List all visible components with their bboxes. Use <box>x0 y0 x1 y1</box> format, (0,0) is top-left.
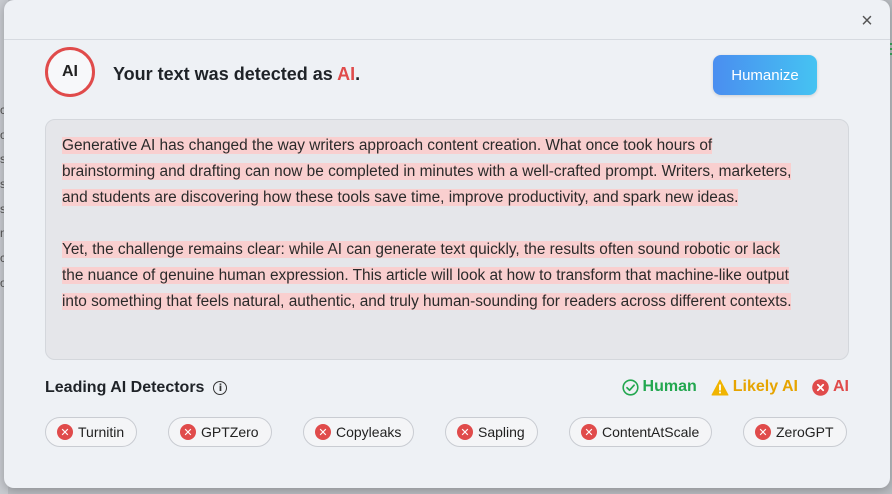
x-circle-icon: ✕ <box>180 424 196 440</box>
modal-header-divider <box>4 39 890 40</box>
detector-name: GPTZero <box>201 424 259 440</box>
detector-name: Sapling <box>478 424 525 440</box>
check-circle-icon <box>621 378 639 396</box>
legend-human: Human <box>621 378 697 396</box>
highlighted-sentence: and students are discovering how these t… <box>62 189 739 206</box>
detector-chip-sapling[interactable]: ✕ Sapling <box>445 417 538 447</box>
x-circle-icon: ✕ <box>57 424 73 440</box>
detector-name: Turnitin <box>78 424 125 440</box>
result-verdict: AI <box>337 64 356 84</box>
detector-list: ✕ Turnitin ✕ GPTZero ✕ Copyleaks ✕ Sapli… <box>45 417 849 447</box>
x-circle-icon: ✕ <box>755 424 771 440</box>
result-suffix: . <box>355 64 361 84</box>
detector-name: Copyleaks <box>336 424 402 440</box>
detector-chip-zerogpt[interactable]: ✕ ZeroGPT <box>743 417 847 447</box>
x-circle-icon: ✕ <box>315 424 331 440</box>
highlighted-sentence: the nuance of genuine human expression. … <box>62 267 789 284</box>
detector-legend: Human Likely AI AI <box>621 378 849 396</box>
detector-chip-turnitin[interactable]: ✕ Turnitin <box>45 417 138 447</box>
result-prefix: Your text was detected as <box>113 64 338 84</box>
legend-likely-ai: Likely AI <box>711 378 798 396</box>
ai-result-badge: AI <box>45 47 95 97</box>
legend-ai: AI <box>812 378 849 396</box>
detectors-heading: Leading AI Detectors i <box>45 379 228 397</box>
x-circle-icon: ✕ <box>581 424 597 440</box>
detectors-title: Leading AI Detectors <box>45 379 205 396</box>
detector-name: ZeroGPT <box>776 424 834 440</box>
detector-chip-contentatscale[interactable]: ✕ ContentAtScale <box>569 417 713 447</box>
info-icon[interactable]: i <box>213 381 228 395</box>
detector-chip-gptzero[interactable]: ✕ GPTZero <box>168 417 272 447</box>
ai-detection-modal: × AI Your text was detected as AI. Human… <box>4 0 890 488</box>
analyzed-text-box: Generative AI has changed the way writer… <box>45 119 849 360</box>
legend-human-label: Human <box>642 378 697 395</box>
detection-result-heading: Your text was detected as AI. <box>113 64 360 85</box>
close-icon[interactable]: × <box>856 10 878 32</box>
legend-likely-ai-label: Likely AI <box>732 378 798 395</box>
legend-ai-label: AI <box>833 378 849 395</box>
highlighted-sentence: brainstorming and drafting can now be co… <box>62 163 792 180</box>
detector-name: ContentAtScale <box>602 424 700 440</box>
analyzed-paragraph: Generative AI has changed the way writer… <box>62 133 832 211</box>
warning-icon <box>711 379 729 396</box>
highlighted-sentence: Yet, the challenge remains clear: while … <box>62 241 780 258</box>
highlighted-sentence: Generative AI has changed the way writer… <box>62 137 713 154</box>
humanize-button[interactable]: Humanize <box>713 55 817 95</box>
highlighted-sentence: into something that feels natural, authe… <box>62 293 792 310</box>
x-circle-icon <box>812 378 829 396</box>
analyzed-paragraph: Yet, the challenge remains clear: while … <box>62 237 832 315</box>
detector-chip-copyleaks[interactable]: ✕ Copyleaks <box>303 417 415 447</box>
x-circle-icon: ✕ <box>457 424 473 440</box>
